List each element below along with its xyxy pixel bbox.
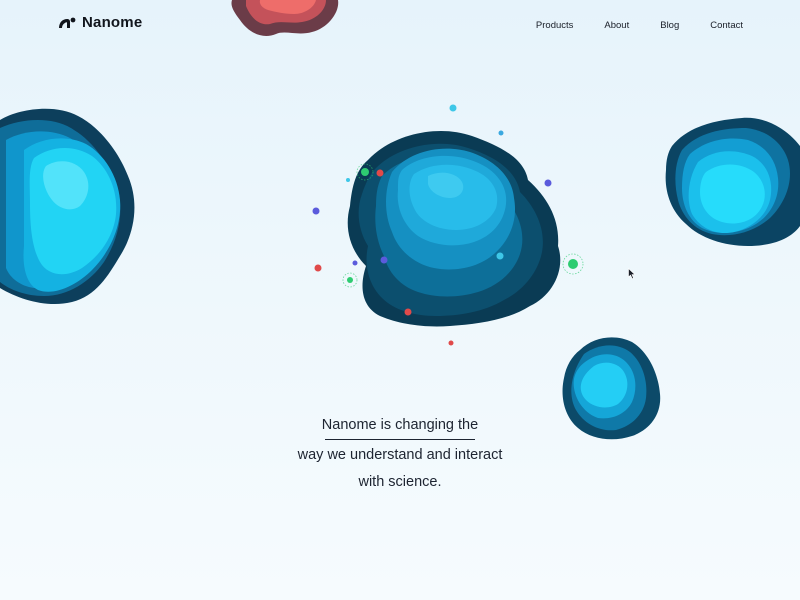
dot (496, 252, 504, 260)
main-nav: Products About Blog Contact (536, 20, 743, 31)
site-header: Nanome Products About Blog Contact (0, 0, 800, 52)
dot (498, 130, 504, 136)
nav-contact[interactable]: Contact (710, 20, 743, 31)
left-molecule (0, 108, 135, 305)
nav-blog[interactable]: Blog (660, 20, 679, 31)
tagline-line-1: Nanome is changing the (321, 417, 479, 433)
brand-name: Nanome (82, 14, 143, 31)
dot (347, 277, 353, 283)
dot (544, 179, 552, 187)
hero-tagline: Nanome is changing the way we understand… (250, 412, 550, 496)
nanome-logo-icon (59, 17, 76, 28)
nav-products[interactable]: Products (536, 20, 574, 31)
dot (376, 169, 384, 177)
dot (346, 178, 350, 182)
cursor-icon (628, 268, 636, 280)
center-molecule (347, 130, 561, 327)
tagline-line-3: with science. (358, 474, 442, 490)
dot (448, 340, 454, 346)
dot (352, 260, 358, 266)
dot (449, 104, 457, 112)
dot (314, 264, 322, 272)
molecule-illustration (0, 0, 800, 440)
tagline-line-2: way we understand and interact (297, 447, 503, 463)
dot (380, 256, 388, 264)
small-molecule (562, 337, 661, 440)
dot (404, 308, 412, 316)
nav-about[interactable]: About (604, 20, 629, 31)
dot (312, 207, 320, 215)
right-molecule (665, 117, 800, 247)
brand-link[interactable]: Nanome (58, 14, 142, 31)
dot (568, 259, 578, 269)
dot (361, 168, 369, 176)
tagline-underline (325, 439, 475, 440)
